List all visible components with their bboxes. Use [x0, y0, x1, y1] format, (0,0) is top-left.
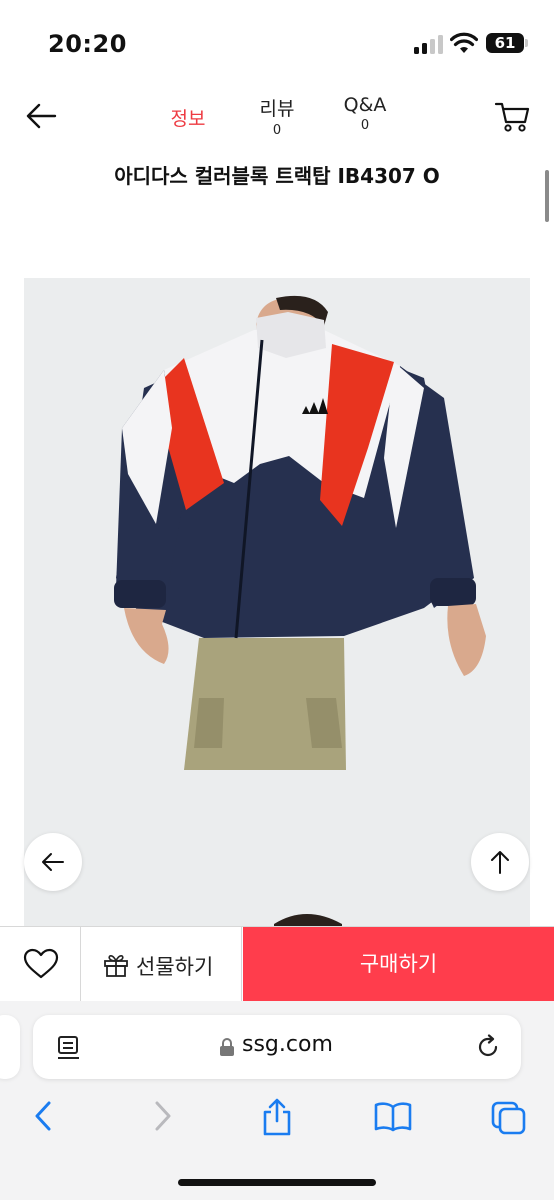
tab-review[interactable]: 리뷰 0	[232, 94, 322, 138]
battery-icon: 61	[486, 33, 524, 53]
product-title: 아디다스 컬러블록 트랙탑 IB4307 O	[114, 164, 440, 188]
gift-label: 선물하기	[136, 955, 214, 979]
tabs-icon[interactable]	[491, 1101, 527, 1135]
battery-nub	[525, 39, 528, 47]
lock-icon	[220, 1038, 234, 1056]
share-icon[interactable]	[259, 1097, 295, 1137]
tab-qa-label: Q&A	[343, 94, 387, 116]
gift-icon	[104, 955, 128, 977]
previous-tab-card[interactable]	[0, 1015, 20, 1079]
wifi-icon	[450, 32, 478, 53]
scroll-top-button[interactable]	[471, 833, 529, 891]
heart-icon	[23, 948, 59, 979]
prev-image-button[interactable]	[24, 833, 82, 891]
chevron-left-icon[interactable]	[32, 1099, 56, 1133]
tab-info-label: 정보	[170, 108, 206, 130]
gift-button[interactable]: 선물하기	[81, 927, 242, 1002]
back-button[interactable]	[22, 98, 62, 134]
cellular-signal-icon	[414, 34, 444, 54]
shopping-cart-icon	[494, 102, 530, 132]
cart-button[interactable]	[493, 98, 533, 134]
browser-toolbar: ssg.com	[0, 1001, 554, 1200]
tab-info[interactable]: 정보	[143, 104, 233, 131]
wishlist-button[interactable]	[0, 927, 81, 1002]
tab-review-count: 0	[272, 123, 282, 138]
purchase-button[interactable]: 구매하기	[243, 927, 554, 1002]
home-indicator	[178, 1179, 376, 1186]
chevron-right-icon[interactable]	[150, 1099, 174, 1133]
arrow-up-icon	[491, 851, 509, 874]
reload-icon[interactable]	[475, 1034, 501, 1060]
url-text[interactable]: ssg.com	[242, 1032, 333, 1057]
tab-qa-count: 0	[360, 118, 370, 133]
page-scrollbar[interactable]	[545, 170, 549, 222]
product-image[interactable]	[24, 278, 530, 930]
tab-review-label: 리뷰	[259, 98, 295, 120]
tab-qa[interactable]: Q&A 0	[320, 94, 410, 133]
address-bar[interactable]: ssg.com	[33, 1015, 521, 1079]
purchase-bar: 선물하기 구매하기	[0, 926, 554, 1002]
book-icon[interactable]	[373, 1101, 413, 1133]
reader-icon[interactable]	[57, 1035, 81, 1061]
status-bar: 20:20 61	[0, 0, 554, 80]
status-time: 20:20	[48, 30, 127, 58]
product-header: 정보 리뷰 0 Q&A 0	[0, 80, 554, 160]
product-photo-jacket	[114, 295, 486, 930]
arrow-left-icon	[42, 853, 64, 871]
arrow-left-icon	[26, 103, 57, 129]
